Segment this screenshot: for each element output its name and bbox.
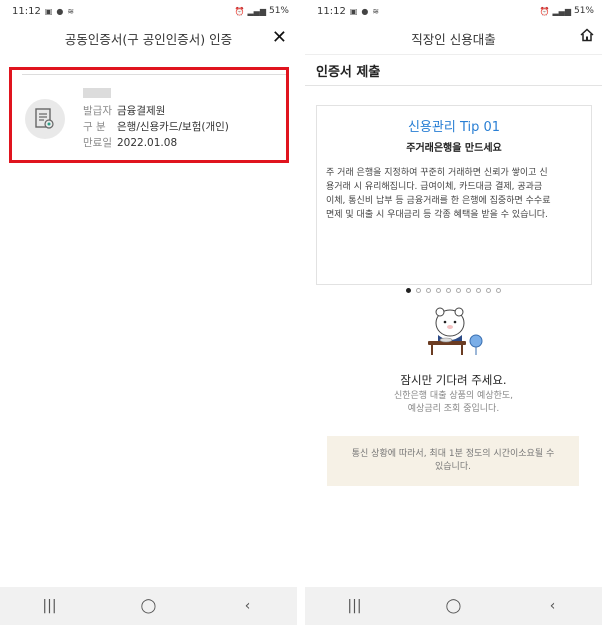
notice-box: 통신 상황에 따라서, 최대 1분 정도의 시간이소요될 수있습니다.: [327, 436, 579, 486]
home-icon[interactable]: [580, 28, 594, 45]
status-time: 11:12: [317, 5, 346, 17]
recent-apps-button[interactable]: |||: [335, 592, 375, 620]
wifi-icon: ≋: [67, 6, 75, 16]
recent-apps-button[interactable]: |||: [30, 592, 70, 620]
close-icon[interactable]: ✕: [272, 27, 287, 48]
carousel-dot[interactable]: [486, 288, 491, 293]
status-time: 11:12: [12, 5, 41, 17]
carousel-indicator: [305, 288, 602, 293]
certificate-owner-redacted: [83, 88, 111, 98]
wifi-icon: ≋: [372, 6, 380, 16]
home-button[interactable]: ◯: [434, 592, 474, 620]
detail-key: 구 분: [83, 121, 106, 133]
tip-body-line: 용거래 시 유리해집니다. 급여이체, 카드대금 결제, 공과금: [326, 182, 543, 192]
screen-divider: [297, 0, 305, 625]
detail-value: 2022.01.08: [117, 137, 178, 149]
mascot-illustration: [422, 303, 486, 361]
tip-body: 주 거래 은행을 지정하여 꾸준히 거래하면 신뢰가 쌓이고 신용거래 시 유리…: [317, 166, 591, 222]
carousel-dot[interactable]: [426, 288, 431, 293]
loading-description-line: 예상금리 조회 중입니다.: [407, 404, 500, 414]
carousel-dot[interactable]: [436, 288, 441, 293]
carousel-dot[interactable]: [446, 288, 451, 293]
alarm-icon: ⏰: [539, 6, 550, 16]
status-bar: 11:12 ▣ ● ≋ ⏰ ▂▄▆ 51%: [305, 0, 602, 22]
detail-value: 금융결제원: [117, 105, 166, 117]
signal-icon: ▂▄▆: [247, 6, 266, 16]
right-screen: 11:12 ▣ ● ≋ ⏰ ▂▄▆ 51% 직장인 신용대출 인증서 제출 신용…: [305, 0, 602, 625]
notice-line: 있습니다.: [435, 462, 471, 472]
certificate-detail-row: 만료일 2022.01.08: [83, 135, 229, 151]
page-title: 직장인 신용대출: [411, 31, 496, 47]
header: 직장인 신용대출: [305, 22, 602, 54]
carousel-dot[interactable]: [456, 288, 461, 293]
back-button[interactable]: ‹: [533, 592, 573, 620]
signal-icon: ▂▄▆: [552, 6, 571, 16]
system-nav-bar: ||| ◯ ‹: [305, 587, 602, 625]
gallery-icon: ▣: [349, 6, 358, 16]
home-button[interactable]: ◯: [129, 592, 169, 620]
battery-level: 51%: [573, 6, 594, 16]
system-nav-bar: ||| ◯ ‹: [0, 587, 297, 625]
left-screen: 11:12 ▣ ● ≋ ⏰ ▂▄▆ 51% 공동인증서(구 공인인증서) 인증 …: [0, 0, 297, 625]
certificate-details: 발급자 금융결제원구 분 은행/신용카드/보험(개인) 만료일 2022.01.08: [83, 103, 229, 151]
certificate-highlight[interactable]: 발급자 금융결제원구 분 은행/신용카드/보험(개인) 만료일 2022.01.08: [9, 67, 289, 163]
loading-description: 신한은행 대출 상품의 예상한도, 예상금리 조회 중입니다.: [305, 390, 602, 416]
back-button[interactable]: ‹: [228, 592, 268, 620]
alarm-icon: ⏰: [234, 6, 245, 16]
tip-body-line: 이체, 통신비 납부 등 금융거래를 한 은행에 집중하면 수수료: [326, 196, 551, 206]
carousel-dot[interactable]: [416, 288, 421, 293]
certificate-detail-row: 구 분 은행/신용카드/보험(개인): [83, 119, 229, 135]
status-bar: 11:12 ▣ ● ≋ ⏰ ▂▄▆ 51%: [0, 0, 297, 22]
detail-key: 만료일: [83, 137, 112, 149]
gallery-icon: ▣: [44, 6, 53, 16]
loading-description-line: 신한은행 대출 상품의 예상한도,: [393, 391, 514, 401]
location-icon: ●: [361, 6, 369, 16]
certificate-icon: [25, 99, 65, 139]
page-title: 공동인증서(구 공인인증서) 인증: [64, 31, 233, 47]
carousel-dot[interactable]: [476, 288, 481, 293]
certificate-detail-row: 발급자 금융결제원: [83, 103, 229, 119]
tip-subtitle: 주거래은행을 만드세요: [406, 143, 502, 154]
notice-line: 통신 상황에 따라서, 최대 1분 정도의 시간이소요될 수: [351, 449, 555, 459]
carousel-dot[interactable]: [466, 288, 471, 293]
header: 공동인증서(구 공인인증서) 인증 ✕: [0, 22, 297, 54]
tip-card[interactable]: 신용관리 Tip 01 주거래은행을 만드세요 주 거래 은행을 지정하여 꾸준…: [316, 105, 592, 285]
battery-level: 51%: [268, 6, 289, 16]
detail-key: 발급자: [83, 105, 112, 117]
location-icon: ●: [56, 6, 64, 16]
carousel-dot[interactable]: [496, 288, 501, 293]
detail-value: 은행/신용카드/보험(개인): [117, 121, 229, 133]
certificate-item[interactable]: 발급자 금융결제원구 분 은행/신용카드/보험(개인) 만료일 2022.01.08: [22, 74, 286, 158]
tip-body-line: 면제 및 대출 시 우대금리 등 각종 혜택을 받을 수 있습니다.: [326, 210, 548, 220]
tip-body-line: 주 거래 은행을 지정하여 꾸준히 거래하면 신뢰가 쌓이고 신: [326, 168, 548, 178]
loading-title: 잠시만 기다려 주세요.: [400, 373, 507, 387]
carousel-dot[interactable]: [406, 288, 411, 293]
section-title: 인증서 제출: [305, 54, 602, 86]
tip-title: 신용관리 Tip 01: [407, 120, 501, 135]
